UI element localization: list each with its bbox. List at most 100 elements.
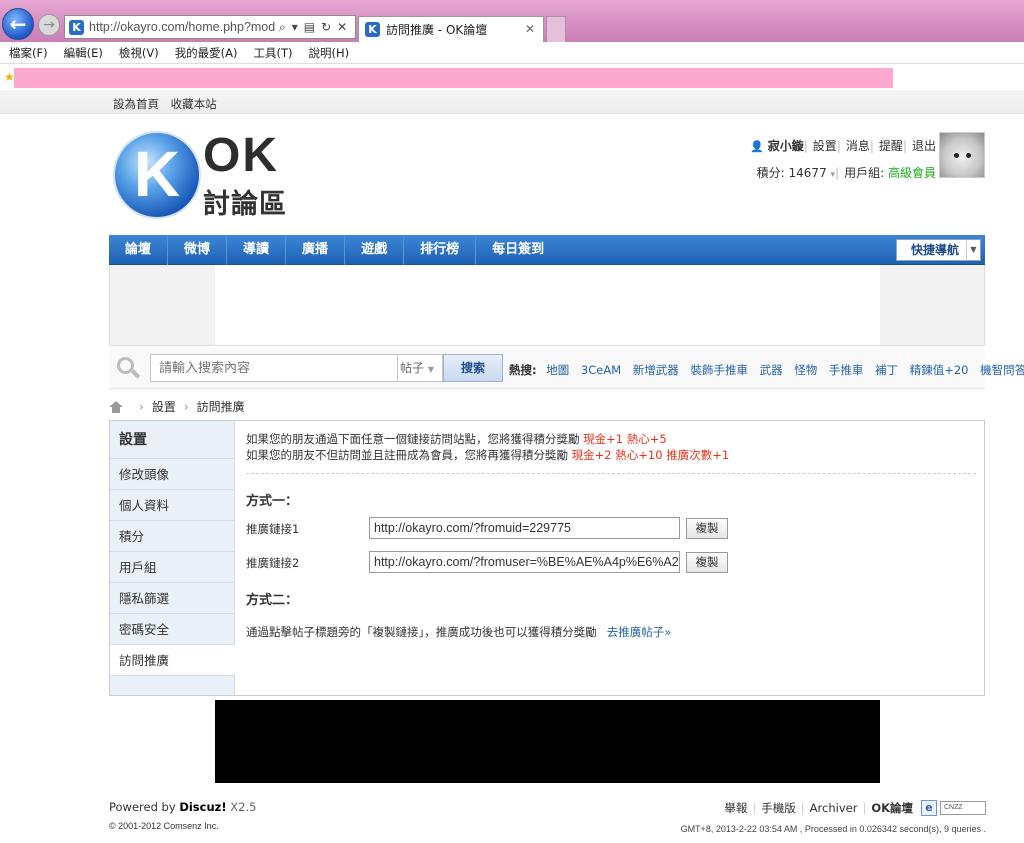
site-topbar: 設為首頁 收藏本站: [0, 90, 1024, 114]
sidebar-item-usergroup[interactable]: 用戶組: [110, 552, 234, 583]
forward-arrow-icon[interactable]: →: [38, 14, 60, 36]
bookmark-site-link[interactable]: 收藏本站: [171, 97, 217, 111]
sidebar-item-password[interactable]: 密碼安全: [110, 614, 234, 645]
sidebar-item-profile[interactable]: 個人資料: [110, 490, 234, 521]
sidebar-item-promotion[interactable]: 訪問推廣: [110, 645, 235, 676]
copy-link-1-button[interactable]: 複製: [686, 518, 728, 539]
search-input[interactable]: [150, 354, 398, 382]
user-group-label: 用戶組:: [844, 166, 888, 180]
nav-forum[interactable]: 論壇: [109, 234, 169, 265]
hot-search-item[interactable]: 裝飾手推車: [690, 363, 748, 377]
sidebar-item-privacy[interactable]: 隱私篩選: [110, 583, 234, 614]
hot-search-item[interactable]: 機智問答: [980, 363, 1024, 377]
hot-search-item[interactable]: 怪物: [794, 363, 817, 377]
quick-nav-label: 快捷導航: [911, 243, 960, 257]
settings-sidebar: 設置 修改頭像 個人資料 積分 用戶組 隱私篩選 密碼安全 訪問推廣: [110, 421, 235, 695]
dropdown-icon[interactable]: ▾: [292, 20, 298, 35]
copy-link-2-button[interactable]: 複製: [686, 552, 728, 573]
breadcrumb-settings[interactable]: 設置: [152, 398, 176, 415]
username-link[interactable]: 寂小鏇: [768, 139, 804, 153]
link-2-field[interactable]: http://okayro.com/?fromuser=%BE%AE%A4p%E…: [369, 551, 680, 573]
nav-daily-signin[interactable]: 每日簽到: [476, 235, 560, 265]
browser-tab[interactable]: K 訪問推廣 - OK論壇 ✕: [358, 16, 544, 42]
method-1-title: 方式一：: [246, 494, 299, 509]
nav-ranking[interactable]: 排行榜: [404, 234, 477, 265]
search-type-select[interactable]: 帖子 ▼: [398, 354, 443, 382]
search-icon[interactable]: ⌕: [279, 20, 286, 35]
footer-site-link[interactable]: OK論壇: [871, 800, 913, 816]
user-settings-link[interactable]: 設置: [813, 139, 837, 153]
tip-1-text: 如果您的朋友通過下面任意一個鏈接訪問站點，您將獲得積分獎勵: [246, 432, 584, 446]
user-icon: 👤: [750, 140, 764, 153]
search-type-value: 帖子: [400, 361, 425, 375]
logout-link[interactable]: 退出: [912, 139, 936, 153]
logo-ok-text: OK: [203, 129, 279, 182]
avatar[interactable]: [939, 132, 985, 178]
address-bar[interactable]: K http://okayro.com/home.php?mod ⌕ ▾ ▤ ↻…: [64, 15, 356, 39]
hot-search-item[interactable]: 地圖: [546, 363, 569, 377]
link-1-field[interactable]: http://okayro.com/?fromuid=229775: [369, 517, 680, 539]
footer-mobile-link[interactable]: 手機版: [761, 800, 796, 816]
hot-search-item[interactable]: 武器: [760, 363, 783, 377]
menu-view[interactable]: 檢視(V): [119, 45, 159, 61]
link-2-label: 推廣鏈接2: [246, 556, 300, 570]
method-2-description: 通過點擊帖子標題旁的「複製鏈接」，推廣成功後也可以獲得積分獎勵 去推廣帖子»: [246, 624, 976, 640]
footer-right: 舉報 | 手機版 | Archiver | OK論壇 e CNZZ GMT+8, 20…: [680, 800, 986, 834]
browser-titlebar: ← → K http://okayro.com/home.php?mod ⌕ ▾…: [0, 0, 1024, 42]
nav-broadcast[interactable]: 廣播: [286, 234, 346, 265]
banner-ad-area: [109, 265, 985, 346]
user-messages-link[interactable]: 消息: [846, 139, 870, 153]
close-tab-icon[interactable]: ✕: [525, 22, 535, 36]
user-group-value[interactable]: 高級會員: [888, 166, 936, 180]
discuz-link[interactable]: Discuz!: [179, 800, 226, 814]
main-navbar: 論壇 微博 導讀 廣播 遊戲 排行榜 每日簽到 快捷導航 ▼: [109, 234, 985, 265]
menu-favorites[interactable]: 我的最愛(A): [175, 45, 238, 61]
sidebar-item-avatar[interactable]: 修改頭像: [110, 459, 234, 490]
e-badge-icon[interactable]: e: [921, 800, 937, 816]
magnifier-icon: [117, 357, 141, 379]
hot-search-item[interactable]: 3CeAM: [581, 363, 621, 377]
link-1-label: 推廣鏈接1: [246, 522, 300, 536]
set-homepage-link[interactable]: 設為首頁: [113, 97, 159, 111]
hot-search-item[interactable]: 補丁: [875, 363, 898, 377]
menu-tools[interactable]: 工具(T): [254, 45, 293, 61]
avatar-eye-left: [954, 153, 959, 158]
tip-2-text: 如果您的朋友不但訪問並且註冊成為會員，您將再獲得積分獎勵: [246, 448, 572, 462]
site-favicon-icon: K: [69, 19, 84, 35]
redacted-favorites: [14, 68, 893, 88]
footer-report-link[interactable]: 舉報: [724, 800, 747, 816]
sidebar-item-credits[interactable]: 積分: [110, 521, 234, 552]
cnzz-badge[interactable]: CNZZ: [940, 801, 986, 815]
redacted-ad-block: [215, 700, 880, 783]
goto-promote-post-link[interactable]: 去推廣帖子»: [607, 625, 672, 639]
site-logo[interactable]: K OK 討論區: [113, 128, 293, 220]
nav-guide[interactable]: 導讀: [227, 234, 287, 265]
menu-help[interactable]: 說明(H): [309, 45, 350, 61]
hot-searches: 熱搜: 地圖 3CeAM 新增武器 裝飾手推車 武器 怪物 手推車 補丁 精鍊值…: [509, 362, 1024, 378]
promotion-content: 如果您的朋友通過下面任意一個鏈接訪問站點，您將獲得積分獎勵 現金+1 熱心+5 …: [246, 431, 976, 640]
url-text[interactable]: http://okayro.com/home.php?mod: [89, 20, 275, 34]
back-arrow-icon[interactable]: ←: [2, 8, 34, 40]
compat-view-icon[interactable]: ▤: [304, 20, 315, 35]
user-notices-link[interactable]: 提醒: [879, 139, 903, 153]
nav-weibo[interactable]: 微博: [168, 234, 228, 265]
logo-k-emblem: K: [113, 131, 201, 219]
method-2-text: 通過點擊帖子標題旁的「複製鏈接」，推廣成功後也可以獲得積分獎勵: [246, 625, 597, 639]
hot-search-item[interactable]: 新增武器: [633, 363, 679, 377]
footer-archiver-link[interactable]: Archiver: [810, 801, 858, 815]
menu-edit[interactable]: 編輯(E): [64, 45, 103, 61]
menu-bar: 檔案(F) 編輯(E) 檢視(V) 我的最愛(A) 工具(T) 說明(H): [0, 42, 1024, 64]
nav-games[interactable]: 遊戲: [345, 234, 405, 265]
settings-panel: 設置 修改頭像 個人資料 積分 用戶組 隱私篩選 密碼安全 訪問推廣 如果您的朋…: [109, 420, 985, 696]
menu-file[interactable]: 檔案(F): [9, 45, 48, 61]
sidebar-title: 設置: [110, 421, 234, 459]
hot-search-item[interactable]: 手推車: [829, 363, 864, 377]
new-tab-button[interactable]: [546, 16, 566, 42]
user-credits[interactable]: 積分: 14677: [757, 166, 827, 180]
home-icon[interactable]: [109, 400, 123, 413]
search-button[interactable]: 搜索: [443, 354, 503, 382]
quick-nav-button[interactable]: 快捷導航 ▼: [896, 239, 981, 261]
stop-icon[interactable]: ✕: [337, 20, 347, 35]
refresh-icon[interactable]: ↻: [321, 20, 331, 35]
hot-search-item[interactable]: 精鍊值+20: [910, 363, 969, 377]
